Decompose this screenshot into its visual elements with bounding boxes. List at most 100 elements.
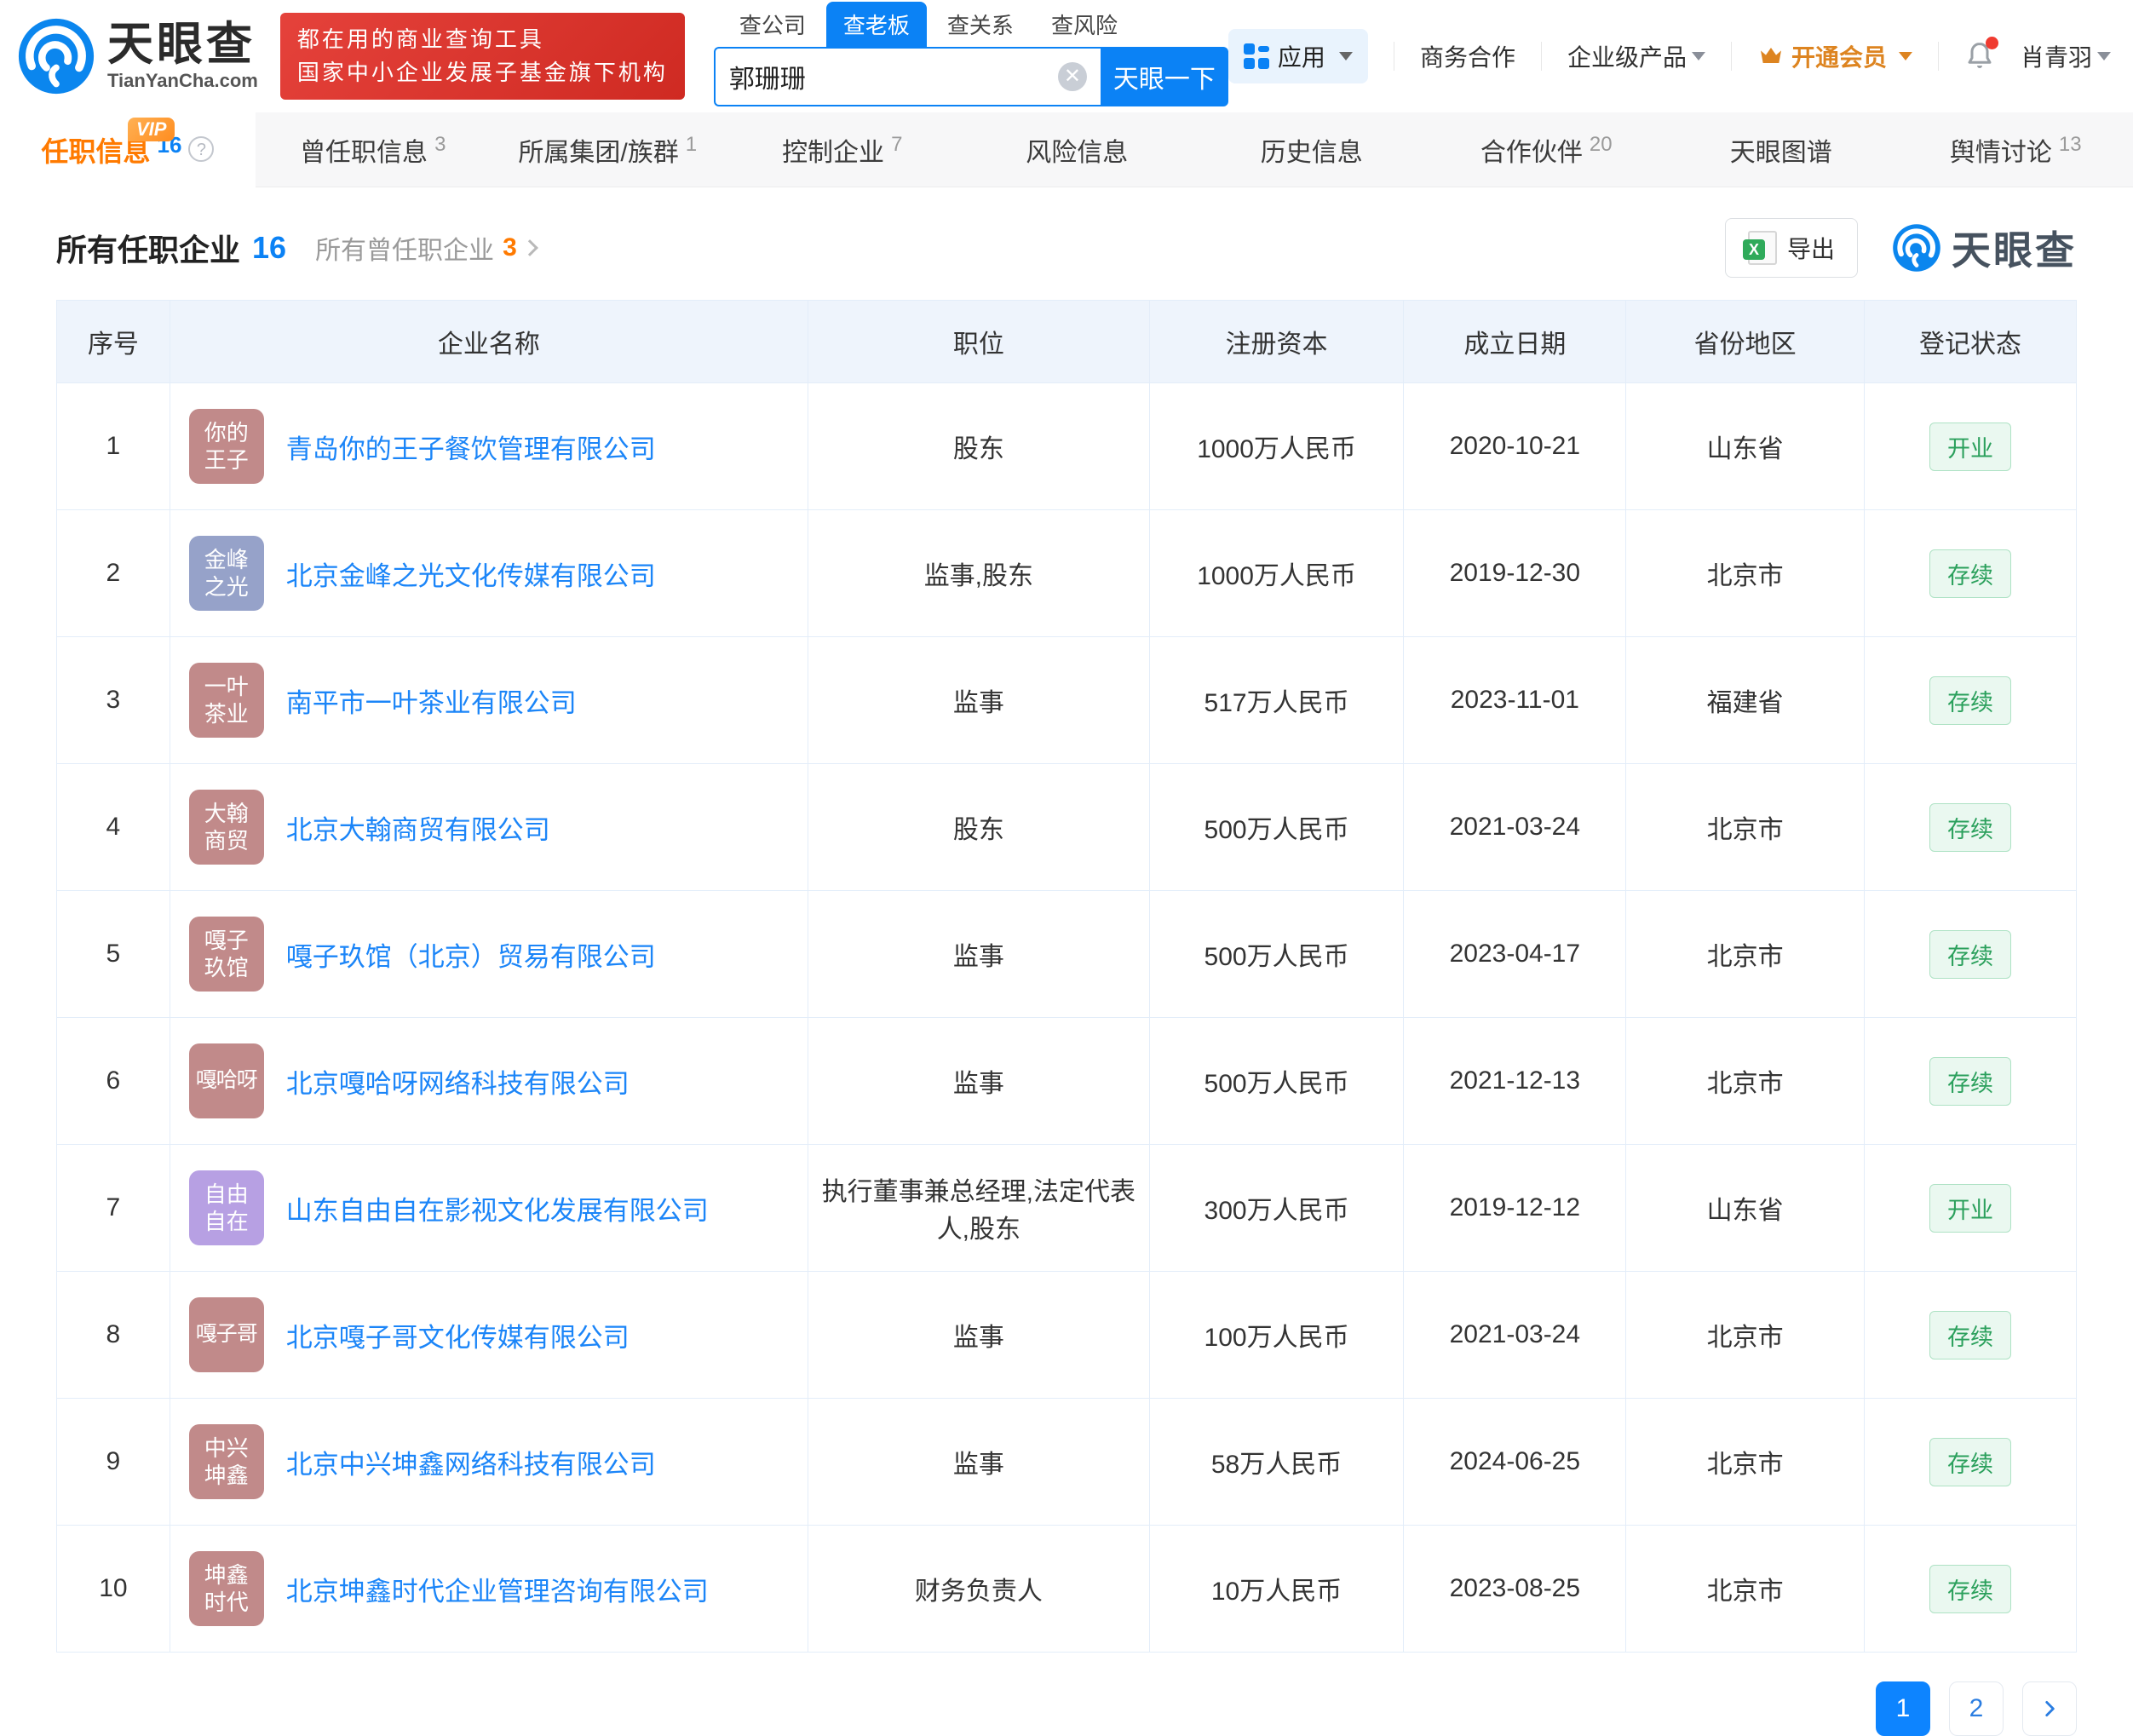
enterprise-menu[interactable]: 企业级产品 [1567,39,1705,73]
date-cell: 2021-03-24 [1404,764,1626,891]
table-row: 9 中兴 坤鑫 北京中兴坤鑫网络科技有限公司 监事 58万人民币 2024-06… [57,1399,2077,1526]
table-row: 10 坤鑫 时代 北京坤鑫时代企业管理咨询有限公司 财务负责人 10万人民币 2… [57,1526,2077,1653]
tab-former-positions[interactable]: 曾任职信息 3 [256,112,491,187]
status-badge: 存续 [1929,1438,2011,1486]
capital-cell: 500万人民币 [1149,764,1404,891]
page-2-button[interactable]: 2 [1949,1681,2004,1736]
company-logo[interactable]: 中兴 坤鑫 [189,1424,264,1499]
row-index: 5 [57,891,170,1018]
position-cell: 监事 [808,1272,1150,1399]
tab-group-family[interactable]: 所属集团/族群 1 [491,112,726,187]
company-link[interactable]: 北京嘎子哥文化传媒有限公司 [286,1316,630,1354]
tab-label: 曾任职信息 [300,131,428,169]
status-badge: 存续 [1929,676,2011,725]
row-index: 7 [57,1145,170,1272]
search-tab-boss[interactable]: 查老板 [826,2,927,47]
row-index: 2 [57,510,170,637]
brand-title: 天眼查 [107,20,258,69]
table-row: 2 金峰 之光 北京金峰之光文化传媒有限公司 监事,股东 1000万人民币 20… [57,510,2077,637]
company-link[interactable]: 北京嘎哈呀网络科技有限公司 [286,1062,630,1101]
help-icon[interactable]: ? [188,136,214,162]
capital-cell: 10万人民币 [1149,1526,1404,1653]
notification-bell-icon[interactable] [1964,40,1995,72]
col-index: 序号 [57,301,170,383]
tab-controlled-companies[interactable]: 控制企业 7 [725,112,960,187]
company-logo[interactable]: 金峰 之光 [189,536,264,611]
header-menu: 应用 商务合作 企业级产品 开通会员 肖青羽 [1228,29,2111,83]
company-link[interactable]: 南平市一叶茶业有限公司 [286,681,577,720]
col-company: 企业名称 [170,301,808,383]
next-page-button[interactable] [2022,1681,2077,1736]
row-index: 10 [57,1526,170,1653]
tianyancha-eye-icon [1892,223,1941,273]
tab-count: 3 [434,133,446,157]
tab-risk-info[interactable]: 风险信息 [960,112,1195,187]
status-badge: 存续 [1929,803,2011,852]
company-logo[interactable]: 一叶 茶业 [189,663,264,738]
table-row: 6 嘎哈呀 北京嘎哈呀网络科技有限公司 监事 500万人民币 2021-12-1… [57,1018,2077,1145]
tab-public-opinion[interactable]: 舆情讨论 13 [1899,112,2133,187]
company-logo[interactable]: 大翰 商贸 [189,790,264,865]
search-tabs: 查公司 查老板 查关系 查风险 [714,6,1228,47]
date-cell: 2023-11-01 [1404,637,1626,764]
tab-renzhi-info[interactable]: VIP 任职信息 16 ? [0,112,256,187]
tab-history-info[interactable]: 历史信息 [1194,112,1429,187]
company-link[interactable]: 嘎子玖馆（北京）贸易有限公司 [286,935,656,974]
company-logo[interactable]: 嘎哈呀 [189,1043,264,1118]
tab-label: 天眼图谱 [1730,131,1832,169]
row-index: 6 [57,1018,170,1145]
date-cell: 2020-10-21 [1404,383,1626,510]
search-input[interactable] [729,62,1058,91]
promo-banner: 都在用的商业查询工具 国家中小企业发展子基金旗下机构 [280,13,685,100]
company-link[interactable]: 北京大翰商贸有限公司 [286,808,550,847]
company-link[interactable]: 青岛你的王子餐饮管理有限公司 [286,428,656,466]
company-link[interactable]: 北京金峰之光文化传媒有限公司 [286,555,656,593]
capital-cell: 1000万人民币 [1149,510,1404,637]
export-button[interactable]: X 导出 [1725,218,1858,278]
search-button[interactable]: 天眼一下 [1101,47,1228,106]
company-logo[interactable]: 你的 王子 [189,409,264,484]
company-logo[interactable]: 嘎子哥 [189,1297,264,1372]
company-logo[interactable]: 自由 自在 [189,1170,264,1245]
company-link[interactable]: 北京坤鑫时代企业管理咨询有限公司 [286,1570,709,1608]
company-logo[interactable]: 嘎子 玖馆 [189,917,264,992]
export-label: 导出 [1787,231,1835,265]
company-link[interactable]: 山东自由自在影视文化发展有限公司 [286,1189,709,1227]
search-tab-risk[interactable]: 查风险 [1034,2,1135,47]
province-cell: 山东省 [1626,383,1865,510]
capital-cell: 1000万人民币 [1149,383,1404,510]
former-companies-link[interactable]: 所有曾任职企业 3 [315,229,536,267]
company-logo[interactable]: 坤鑫 时代 [189,1551,264,1626]
user-menu[interactable]: 肖青羽 [2021,39,2111,73]
position-cell: 监事 [808,891,1150,1018]
tianyancha-logo[interactable]: 天眼查 TianYanCha.com [17,17,258,95]
col-date: 成立日期 [1404,301,1626,383]
section-title: 所有任职企业 [56,226,240,270]
former-companies-label: 所有曾任职企业 [315,229,494,267]
apps-grid-icon [1244,43,1269,69]
date-cell: 2023-08-25 [1404,1526,1626,1653]
row-index: 8 [57,1272,170,1399]
apps-menu[interactable]: 应用 [1228,29,1368,83]
search-tab-relation[interactable]: 查关系 [930,2,1031,47]
date-cell: 2024-06-25 [1404,1399,1626,1526]
promo-line1: 都在用的商业查询工具 [297,23,668,56]
page-1-button[interactable]: 1 [1876,1681,1930,1736]
clear-search-icon[interactable]: ✕ [1058,62,1087,91]
tab-graph[interactable]: 天眼图谱 [1664,112,1899,187]
member-menu[interactable]: 开通会员 [1757,39,1912,73]
company-link[interactable]: 北京中兴坤鑫网络科技有限公司 [286,1443,656,1481]
apps-label: 应用 [1278,39,1325,73]
biz-coop-link[interactable]: 商务合作 [1420,39,1515,73]
chevron-down-icon [1692,52,1705,60]
search-area: 查公司 查老板 查关系 查风险 ✕ 天眼一下 [714,6,1228,106]
table-row: 5 嘎子 玖馆 嘎子玖馆（北京）贸易有限公司 监事 500万人民币 2023-0… [57,891,2077,1018]
row-index: 1 [57,383,170,510]
capital-cell: 100万人民币 [1149,1272,1404,1399]
username: 肖青羽 [2021,39,2092,73]
tab-partners[interactable]: 合作伙伴 20 [1429,112,1664,187]
tab-label: 合作伙伴 [1480,131,1583,169]
tab-count: 13 [2059,133,2082,157]
capital-cell: 58万人民币 [1149,1399,1404,1526]
search-tab-company[interactable]: 查公司 [722,2,823,47]
